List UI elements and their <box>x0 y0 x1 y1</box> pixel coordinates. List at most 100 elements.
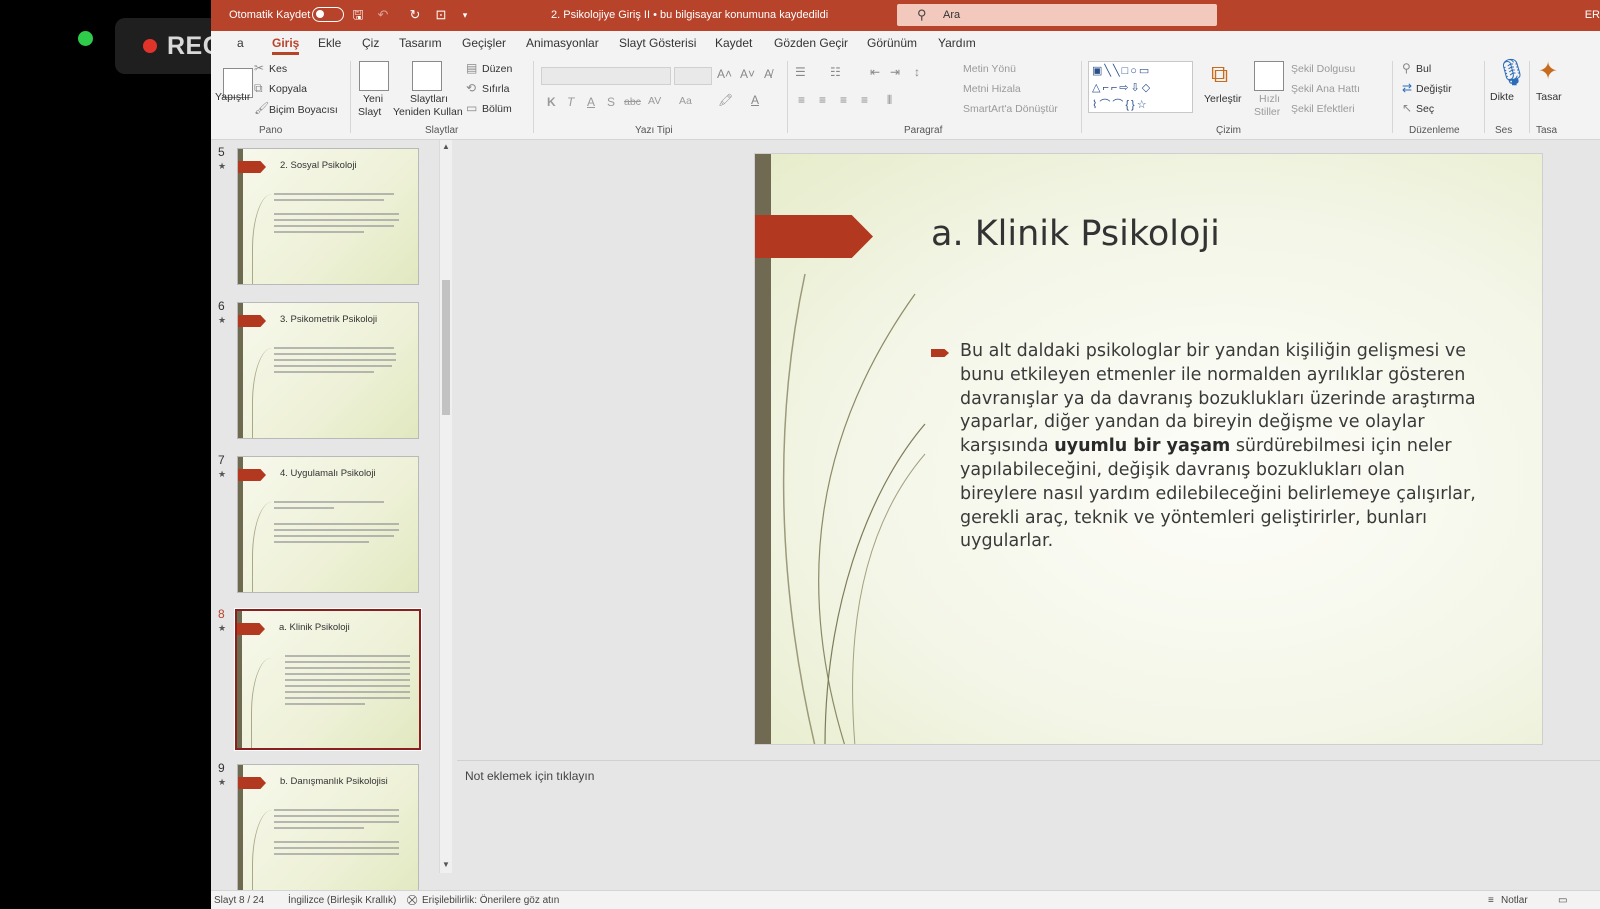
present-icon[interactable]: ⊡ <box>433 7 449 23</box>
redo-icon[interactable]: ↻ <box>407 7 423 23</box>
shadow-button[interactable]: S <box>607 95 615 109</box>
ribbon-separator <box>350 61 351 133</box>
tab-record[interactable]: Kaydet <box>715 36 752 50</box>
font-family-combo[interactable] <box>541 67 671 85</box>
accessibility-status[interactable]: Erişilebilirlik: Önerilere göz atın <box>422 895 559 906</box>
reset-button[interactable]: Sıfırla <box>482 83 509 95</box>
microphone-icon[interactable]: 🎙 <box>1495 57 1528 88</box>
notes-button[interactable]: Notlar <box>1501 895 1528 906</box>
slide-thumbnail-8-selected[interactable]: a. Klinik Psikoloji <box>234 608 422 751</box>
tab-review[interactable]: Gözden Geçir <box>774 36 848 50</box>
tab-transitions[interactable]: Geçişler <box>462 36 506 50</box>
convert-smartart-button[interactable]: SmartArt'a Dönüştür <box>963 103 1058 115</box>
slide-body-text[interactable]: Bu alt daldaki psikologlar bir yandan ki… <box>960 340 1480 554</box>
bullets-icon[interactable]: ☰ <box>795 65 806 79</box>
shapes-gallery[interactable]: ▣╲╲□○▭ △⌐⌐⇨⇩◇ ⌇⌒⌒{}☆ <box>1088 61 1193 113</box>
user-initials[interactable]: ER <box>1585 9 1600 21</box>
designer-icon[interactable]: ✦ <box>1538 57 1558 86</box>
designer-button[interactable]: Tasar <box>1536 91 1562 103</box>
select-button[interactable]: Seç <box>1416 103 1434 115</box>
normal-view-icon[interactable]: ▭ <box>1558 895 1567 906</box>
find-button[interactable]: Bul <box>1416 63 1431 75</box>
align-center-icon[interactable]: ≡ <box>819 93 826 107</box>
underline-button[interactable]: A <box>587 95 595 109</box>
scrollbar-thumb[interactable] <box>442 280 450 415</box>
slide-thumbnail-9[interactable]: b. Danışmanlık Psikolojisi <box>237 764 419 901</box>
align-text-button[interactable]: Metni Hizala <box>963 83 1021 95</box>
text-direction-button[interactable]: Metin Yönü <box>963 63 1016 75</box>
quick-styles-label-2[interactable]: Stiller <box>1254 106 1280 118</box>
change-case-button[interactable]: Aa <box>679 95 692 107</box>
align-right-icon[interactable]: ≡ <box>840 93 847 107</box>
section-button[interactable]: Bölüm <box>482 103 512 115</box>
reuse-slides-label-2[interactable]: Yeniden Kullan <box>393 106 463 118</box>
new-slide-icon[interactable] <box>359 61 389 91</box>
slide-thumbnail-7[interactable]: 4. Uygulamalı Psikoloji <box>237 456 419 593</box>
paste-button[interactable]: Yapıştır <box>215 91 250 103</box>
shape-outline-button[interactable]: Şekil Ana Hattı <box>1291 83 1360 95</box>
dictate-button[interactable]: Dikte <box>1490 91 1514 103</box>
new-slide-label-1[interactable]: Yeni <box>363 93 383 105</box>
tab-slideshow[interactable]: Slayt Gösterisi <box>619 36 696 50</box>
tab-home[interactable]: Giriş <box>272 36 300 55</box>
shape-effects-button[interactable]: Şekil Efektleri <box>1291 103 1355 115</box>
new-slide-label-2[interactable]: Slayt <box>358 106 381 118</box>
tab-view[interactable]: Görünüm <box>867 36 917 50</box>
thumbnail-text-line <box>274 815 399 817</box>
decrease-indent-icon[interactable]: ⇤ <box>870 65 880 79</box>
reuse-slides-label-1[interactable]: Slaytları <box>410 93 448 105</box>
grow-font-icon[interactable]: A˄ <box>717 67 732 81</box>
slide-thumbnail-6[interactable]: 3. Psikometrik Psikoloji <box>237 302 419 439</box>
layout-button[interactable]: Düzen <box>482 63 512 75</box>
slide-title[interactable]: a. Klinik Psikoloji <box>931 214 1220 254</box>
thumbnail-number: 5 <box>218 145 225 159</box>
scroll-up-icon[interactable]: ▲ <box>442 142 450 151</box>
document-title[interactable]: 2. Psikolojiye Giriş II • bu bilgisayar … <box>551 9 828 21</box>
tab-design[interactable]: Tasarım <box>399 36 442 50</box>
character-spacing-button[interactable]: AV <box>648 95 661 107</box>
language-indicator[interactable]: İngilizce (Birleşik Krallık) <box>288 895 396 906</box>
arrange-button[interactable]: Yerleştir <box>1204 93 1242 105</box>
arrange-icon[interactable]: ⧉ <box>1211 61 1241 91</box>
thumbnail-text-line <box>285 655 410 657</box>
format-painter-button[interactable]: Biçim Boyacısı <box>269 104 338 116</box>
shrink-font-icon[interactable]: A˅ <box>740 67 755 81</box>
italic-button[interactable]: T <box>567 95 574 109</box>
autosave-toggle[interactable] <box>312 7 344 22</box>
reuse-slides-icon[interactable] <box>412 61 442 91</box>
quick-styles-label-1[interactable]: Hızlı <box>1259 93 1280 105</box>
strikethrough-button[interactable]: abc <box>624 96 641 108</box>
current-slide[interactable]: a. Klinik Psikoloji Bu alt daldaki psiko… <box>754 153 1543 745</box>
line-spacing-icon[interactable]: ↕ <box>914 65 920 79</box>
shape-fill-button[interactable]: Şekil Dolgusu <box>1291 63 1355 75</box>
scroll-down-icon[interactable]: ▼ <box>442 860 450 869</box>
replace-button[interactable]: Değiştir <box>1416 83 1452 95</box>
tab-insert[interactable]: Ekle <box>318 36 341 50</box>
increase-indent-icon[interactable]: ⇥ <box>890 65 900 79</box>
search-input[interactable]: ⚲ Ara <box>897 4 1217 26</box>
thumbnail-arrow <box>238 469 266 481</box>
tab-animations[interactable]: Animasyonlar <box>526 36 599 50</box>
highlight-icon[interactable]: 🖍 <box>718 93 733 107</box>
copy-button[interactable]: Kopyala <box>269 83 307 95</box>
font-size-combo[interactable] <box>674 67 712 85</box>
tab-file[interactable]: a <box>237 36 244 50</box>
clear-format-icon[interactable]: A̸ <box>764 67 772 81</box>
customize-toolbar-icon[interactable]: ▾ <box>457 7 473 23</box>
justify-icon[interactable]: ≡ <box>861 93 868 107</box>
tab-draw[interactable]: Çiz <box>362 36 379 50</box>
cut-button[interactable]: Kes <box>269 63 287 75</box>
numbering-icon[interactable]: ☷ <box>830 65 841 79</box>
thumbnail-scrollbar[interactable]: ▲ ▼ <box>439 140 452 873</box>
notes-pane[interactable]: Not eklemek için tıklayın <box>457 760 1600 890</box>
font-color-icon[interactable]: A <box>751 93 759 107</box>
undo-icon[interactable]: ↶ <box>375 7 391 23</box>
group-label-cizim: Çizim <box>1216 125 1241 136</box>
align-left-icon[interactable]: ≡ <box>798 93 805 107</box>
bold-button[interactable]: K <box>547 95 556 109</box>
save-icon[interactable]: 🖫 <box>350 7 366 23</box>
tab-help[interactable]: Yardım <box>938 36 976 50</box>
columns-icon[interactable]: ⫴ <box>887 93 892 108</box>
quick-styles-icon[interactable] <box>1254 61 1284 91</box>
slide-thumbnail-5[interactable]: 2. Sosyal Psikoloji <box>237 148 419 285</box>
